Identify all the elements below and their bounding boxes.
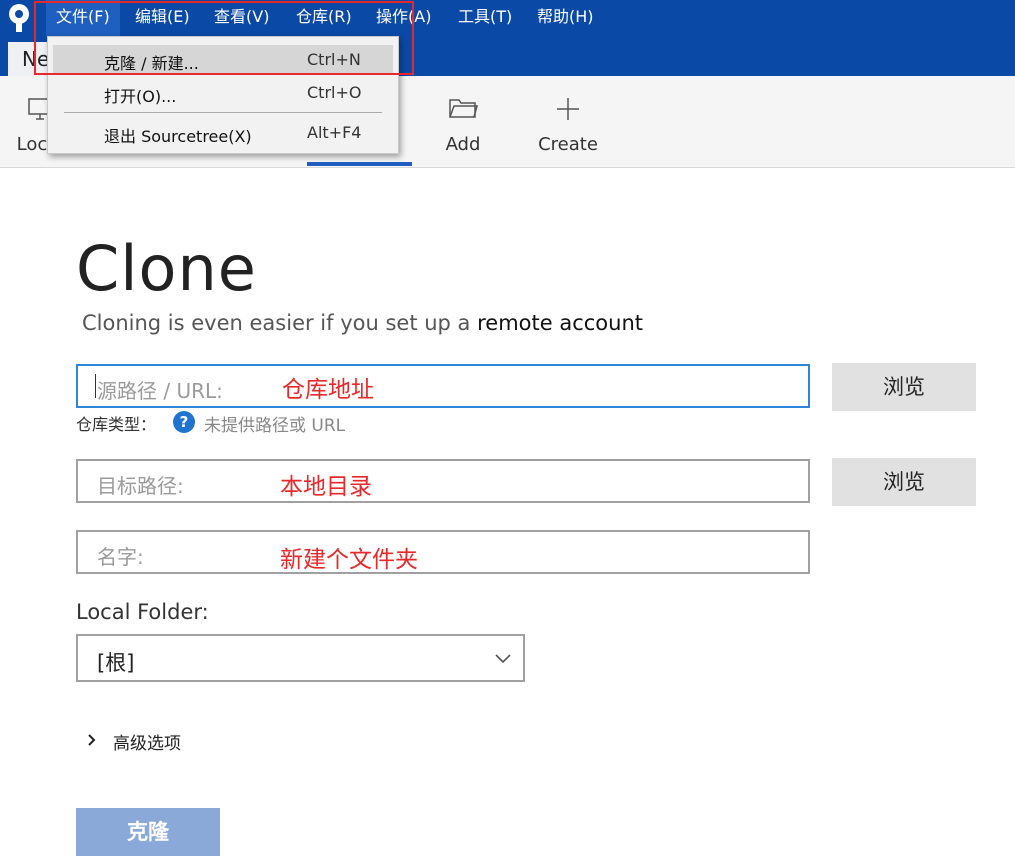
menu-item-shortcut: Ctrl+O	[307, 83, 362, 102]
repo-type-value: 未提供路径或 URL	[204, 416, 346, 436]
sourcetree-logo-icon	[6, 3, 32, 33]
active-tool-indicator	[307, 162, 412, 166]
name-placeholder: 名字:	[97, 545, 144, 569]
menu-separator	[64, 112, 382, 113]
plus-icon	[555, 96, 581, 127]
tool-create-label: Create	[538, 134, 598, 155]
menu-tools[interactable]: 工具(T)	[448, 0, 522, 36]
menu-item-label: 退出 Sourcetree(X)	[104, 127, 252, 146]
destination-path-input[interactable]: 目标路径:	[76, 459, 810, 503]
text-caret	[95, 374, 96, 398]
local-folder-select[interactable]: [根]	[76, 634, 525, 682]
page-subtitle: Cloning is even easier if you set up a r…	[82, 311, 643, 335]
annotation-highlight-box	[34, 1, 414, 75]
advanced-options-label: 高级选项	[113, 734, 181, 754]
clone-button[interactable]: 克隆	[76, 808, 220, 856]
page-title: Clone	[76, 232, 257, 305]
name-input[interactable]: 名字:	[76, 530, 810, 574]
source-url-input[interactable]: 源路径 / URL:	[76, 364, 810, 408]
chevron-down-icon	[493, 648, 513, 672]
browse-source-button[interactable]: 浏览	[832, 363, 976, 411]
browse-destination-button[interactable]: 浏览	[832, 458, 976, 506]
subtitle-text: Cloning is even easier if you set up a	[82, 311, 471, 335]
local-folder-label: Local Folder:	[76, 600, 209, 624]
chevron-right-icon	[86, 732, 98, 753]
tool-add[interactable]: Add	[428, 76, 498, 168]
annotation-repo-address: 仓库地址	[282, 377, 374, 403]
local-folder-value: [根]	[97, 651, 135, 675]
remote-account-link[interactable]: remote account	[477, 311, 643, 335]
annotation-new-folder: 新建个文件夹	[280, 547, 418, 573]
source-url-placeholder: 源路径 / URL:	[97, 379, 223, 403]
destination-path-placeholder: 目标路径:	[97, 474, 184, 498]
menu-item-shortcut: Alt+F4	[307, 123, 362, 142]
tool-add-label: Add	[445, 134, 481, 155]
menu-item-open[interactable]: 打开(O)... Ctrl+O	[53, 78, 393, 108]
help-question-icon[interactable]: ?	[173, 411, 195, 433]
annotation-local-directory: 本地目录	[280, 474, 372, 500]
menu-item-label: 打开(O)...	[104, 87, 177, 106]
repo-type-label: 仓库类型：	[76, 415, 157, 434]
menu-item-exit[interactable]: 退出 Sourcetree(X) Alt+F4	[53, 118, 393, 148]
menu-help[interactable]: 帮助(H)	[527, 0, 604, 36]
tool-create[interactable]: Create	[528, 76, 608, 168]
folder-icon	[448, 96, 478, 125]
